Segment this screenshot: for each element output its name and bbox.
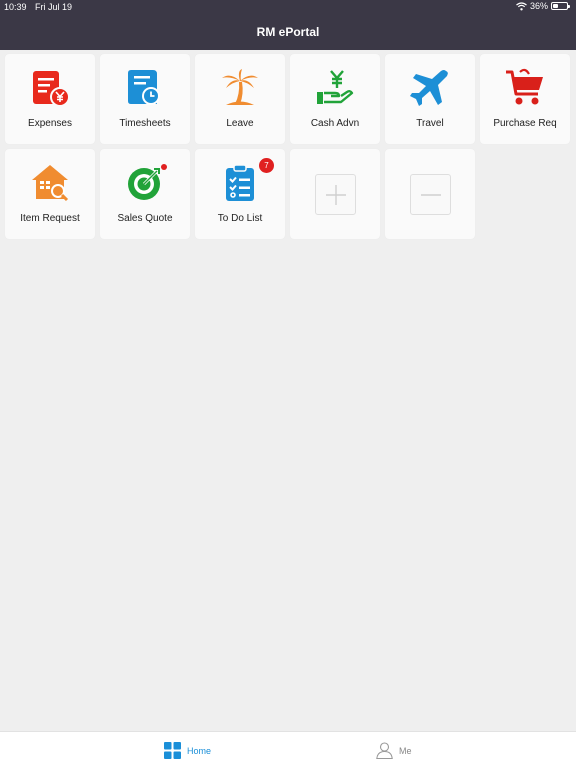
header: RM ePortal [0, 14, 576, 50]
plus-icon [326, 185, 346, 205]
tile-cash-advn[interactable]: Cash Advn [290, 54, 380, 144]
tile-expenses[interactable]: Expenses [5, 54, 95, 144]
airplane-icon [410, 70, 448, 106]
tile-purchase-req[interactable]: Purchase Req [480, 54, 570, 144]
tab-bar: Home Me [0, 731, 576, 768]
notification-dot [161, 164, 167, 170]
tab-me[interactable]: Me [376, 732, 412, 768]
status-time: 10:39 [4, 2, 27, 12]
cash-hand-icon [317, 70, 354, 104]
battery-percent: 36% [529, 1, 548, 11]
tile-label: To Do List [217, 213, 263, 224]
tile-timesheets[interactable]: Timesheets [100, 54, 190, 144]
timesheet-clock-icon [128, 70, 160, 105]
tile-label: Item Request [20, 213, 80, 224]
shopping-cart-icon [506, 68, 543, 105]
tile-label: Sales Quote [117, 213, 173, 224]
tile-label: Expenses [28, 118, 72, 129]
battery-icon [551, 2, 570, 10]
status-right: 36% [516, 1, 570, 11]
remove-tile-button[interactable] [410, 174, 451, 215]
tile-label: Leave [226, 118, 254, 129]
person-icon [376, 742, 393, 759]
home-grid-icon [164, 742, 181, 759]
tile-label: Travel [416, 118, 444, 129]
tab-home[interactable]: Home [164, 732, 211, 768]
tile-sales-quote[interactable]: Sales Quote [100, 149, 190, 239]
status-date: Fri Jul 19 [35, 2, 73, 12]
todo-count-badge: 7 [259, 158, 274, 173]
tile-leave[interactable]: Leave [195, 54, 285, 144]
house-search-icon [32, 165, 69, 202]
tile-travel[interactable]: Travel [385, 54, 475, 144]
tab-label: Home [187, 745, 212, 756]
wifi-icon [516, 1, 527, 10]
tile-item-request[interactable]: Item Request [5, 149, 95, 239]
tab-label: Me [399, 745, 412, 756]
status-bar: 10:39 Fri Jul 19 36% [0, 0, 576, 14]
tile-to-do-list[interactable]: 7 To Do List [195, 149, 285, 239]
add-tile-button[interactable] [315, 174, 356, 215]
tile-label: Purchase Req [493, 118, 557, 129]
palm-tree-icon [222, 69, 258, 105]
target-icon [128, 168, 160, 200]
tile-remove[interactable] [385, 149, 475, 239]
page-title: RM ePortal [256, 25, 320, 39]
tile-add[interactable] [290, 149, 380, 239]
tile-label: Cash Advn [310, 118, 360, 129]
expense-receipt-icon [33, 71, 70, 107]
minus-icon [421, 194, 441, 196]
tile-label: Timesheets [119, 118, 171, 129]
clipboard-checklist-icon [226, 164, 254, 201]
